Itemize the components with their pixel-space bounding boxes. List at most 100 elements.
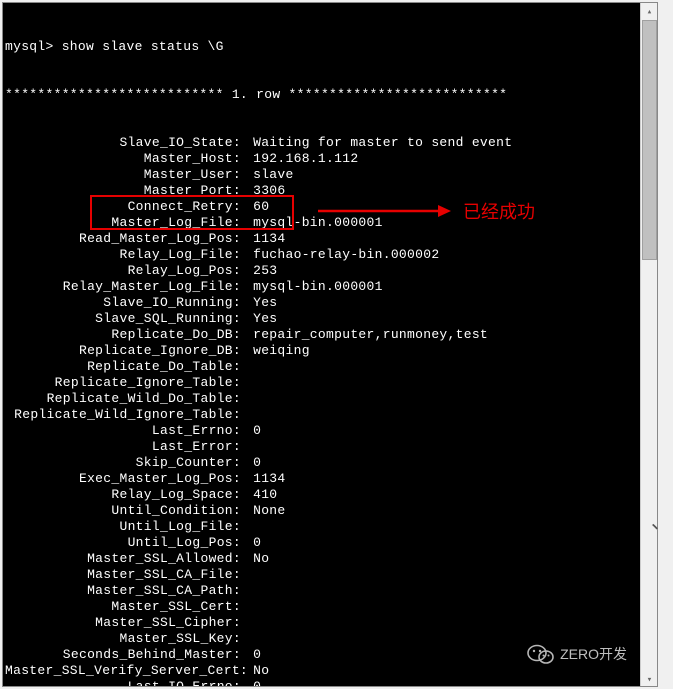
field-label: Master_Host: — [5, 151, 243, 167]
field-value: 1134 — [243, 471, 286, 487]
scrollbar-thumb[interactable] — [642, 20, 657, 260]
field-value: No — [243, 551, 269, 567]
field-value: fuchao-relay-bin.000002 — [243, 247, 439, 263]
field-label: Master_Log_File: — [5, 215, 243, 231]
field-row: Last_Error: — [5, 439, 655, 455]
field-value: weiqing — [243, 343, 310, 359]
scrollbar-down-button[interactable]: ▾ — [641, 671, 658, 687]
field-label: Master_SSL_CA_Path: — [5, 583, 243, 599]
field-label: Relay_Master_Log_File: — [5, 279, 243, 295]
field-value — [243, 599, 253, 615]
field-value — [243, 631, 253, 647]
field-value: None — [243, 503, 286, 519]
field-value — [243, 615, 253, 631]
field-value: 192.168.1.112 — [243, 151, 358, 167]
field-value: 0 — [243, 455, 261, 471]
field-label: Master_SSL_Verify_Server_Cert: — [5, 663, 243, 679]
field-value — [243, 519, 253, 535]
field-label: Relay_Log_Pos: — [5, 263, 243, 279]
field-label: Slave_IO_State: — [5, 135, 243, 151]
field-row: Master_SSL_CA_File: — [5, 567, 655, 583]
field-value: slave — [243, 167, 294, 183]
field-label: Relay_Log_File: — [5, 247, 243, 263]
field-row: Relay_Log_Pos: 253 — [5, 263, 655, 279]
field-value: 0 — [243, 679, 261, 687]
field-value: 1134 — [243, 231, 286, 247]
field-row: Until_Condition: None — [5, 503, 655, 519]
field-row: Skip_Counter: 0 — [5, 455, 655, 471]
field-row: Replicate_Wild_Do_Table: — [5, 391, 655, 407]
field-value: No — [243, 663, 269, 679]
field-row: Replicate_Ignore_DB: weiqing — [5, 343, 655, 359]
field-label: Until_Log_File: — [5, 519, 243, 535]
field-row: Connect_Retry: 60 — [5, 199, 655, 215]
field-value: 410 — [243, 487, 277, 503]
field-row: Master_User: slave — [5, 167, 655, 183]
field-value: 3306 — [243, 183, 286, 199]
field-row: Last_IO_Errno: 0 — [5, 679, 655, 687]
field-label: Master_SSL_CA_File: — [5, 567, 243, 583]
field-value — [243, 439, 253, 455]
field-value: repair_computer,runmoney,test — [243, 327, 488, 343]
field-label: Last_IO_Errno: — [5, 679, 243, 687]
field-row: Master_Log_File: mysql-bin.000001 — [5, 215, 655, 231]
field-value: 253 — [243, 263, 277, 279]
field-value: mysql-bin.000001 — [243, 279, 383, 295]
field-row: Replicate_Do_DB: repair_computer,runmone… — [5, 327, 655, 343]
field-row: Relay_Log_Space: 410 — [5, 487, 655, 503]
field-label: Until_Condition: — [5, 503, 243, 519]
watermark: ZERO开发 — [527, 642, 627, 666]
field-label: Seconds_Behind_Master: — [5, 647, 243, 663]
field-value: mysql-bin.000001 — [243, 215, 383, 231]
field-label: Replicate_Wild_Ignore_Table: — [5, 407, 243, 423]
field-row: Master_Port: 3306 — [5, 183, 655, 199]
side-character: 、 — [651, 505, 671, 534]
field-value: 60 — [243, 199, 269, 215]
field-row: Read_Master_Log_Pos: 1134 — [5, 231, 655, 247]
field-label: Slave_IO_Running: — [5, 295, 243, 311]
field-value: Waiting for master to send event — [243, 135, 512, 151]
field-label: Relay_Log_Space: — [5, 487, 243, 503]
field-value — [243, 375, 253, 391]
field-label: Exec_Master_Log_Pos: — [5, 471, 243, 487]
field-row: Replicate_Do_Table: — [5, 359, 655, 375]
field-label: Master_SSL_Cert: — [5, 599, 243, 615]
terminal-window: mysql> show slave status \G ************… — [2, 2, 658, 687]
field-row: Until_Log_Pos: 0 — [5, 535, 655, 551]
field-row: Master_SSL_Cert: — [5, 599, 655, 615]
field-row: Exec_Master_Log_Pos: 1134 — [5, 471, 655, 487]
field-label: Master_SSL_Allowed: — [5, 551, 243, 567]
field-value: 0 — [243, 647, 261, 663]
field-value — [243, 583, 253, 599]
field-row: Master_Host: 192.168.1.112 — [5, 151, 655, 167]
field-row: Slave_IO_State: Waiting for master to se… — [5, 135, 655, 151]
vertical-scrollbar[interactable]: ▴ ▾ — [640, 3, 657, 687]
field-label: Replicate_Ignore_DB: — [5, 343, 243, 359]
field-value: 0 — [243, 423, 261, 439]
terminal-output: mysql> show slave status \G ************… — [3, 3, 657, 687]
field-label: Replicate_Do_Table: — [5, 359, 243, 375]
field-label: Slave_SQL_Running: — [5, 311, 243, 327]
field-label: Master_User: — [5, 167, 243, 183]
field-row: Master_SSL_CA_Path: — [5, 583, 655, 599]
field-row: Until_Log_File: — [5, 519, 655, 535]
command-line: mysql> show slave status \G — [5, 39, 655, 55]
field-row: Relay_Log_File: fuchao-relay-bin.000002 — [5, 247, 655, 263]
field-value — [243, 407, 253, 423]
field-label: Skip_Counter: — [5, 455, 243, 471]
field-label: Master_SSL_Key: — [5, 631, 243, 647]
row-divider: *************************** 1. row *****… — [5, 87, 655, 103]
field-value — [243, 567, 253, 583]
field-row: Replicate_Wild_Ignore_Table: — [5, 407, 655, 423]
field-value — [243, 391, 253, 407]
field-row: Last_Errno: 0 — [5, 423, 655, 439]
field-value: Yes — [243, 311, 277, 327]
field-label: Last_Errno: — [5, 423, 243, 439]
field-label: Master_Port: — [5, 183, 243, 199]
scrollbar-up-button[interactable]: ▴ — [641, 3, 658, 20]
field-label: Connect_Retry: — [5, 199, 243, 215]
field-value: Yes — [243, 295, 277, 311]
field-row: Slave_SQL_Running: Yes — [5, 311, 655, 327]
field-row: Replicate_Ignore_Table: — [5, 375, 655, 391]
field-row: Master_SSL_Allowed: No — [5, 551, 655, 567]
